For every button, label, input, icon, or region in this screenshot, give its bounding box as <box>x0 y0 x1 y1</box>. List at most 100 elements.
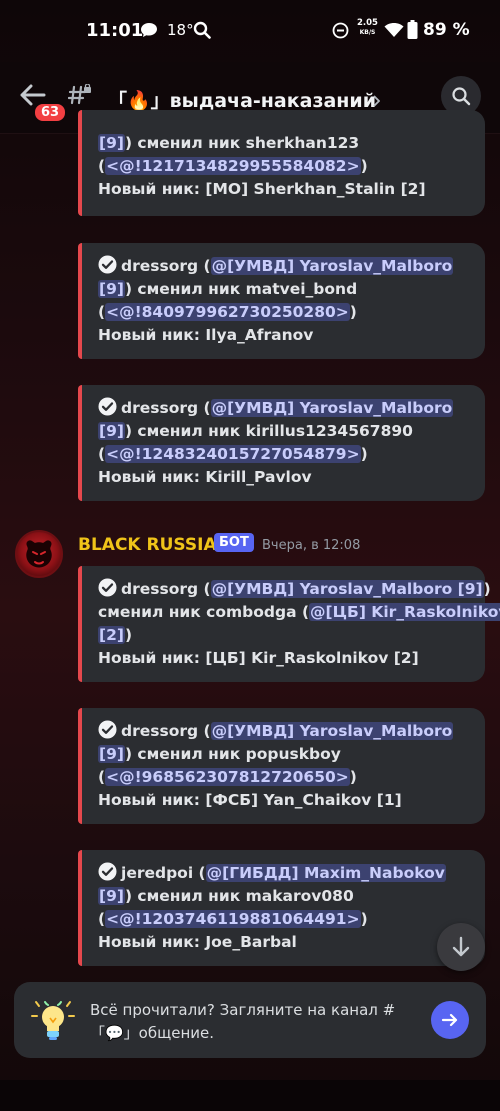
embed-line: (<@!968562307812720650>) <box>98 766 471 789</box>
embed-line: (<@!1203746119881064491>) <box>98 908 471 931</box>
embed-line: [2]) <box>98 624 471 647</box>
do-not-disturb-icon <box>332 22 349 43</box>
embed-line: dressorg (@[УМВД] Yaroslav_Malboro <box>98 720 471 743</box>
embed-text: ) <box>124 626 133 644</box>
embed-line: Новый ник: [MO] Sherkhan_Stalin [2] <box>98 180 426 198</box>
embed-line: dressorg (@[УМВД] Yaroslav_Malboro <box>98 397 471 420</box>
embed-card: dressorg (@[УМВД] Yaroslav_Malboro [9]) … <box>78 385 485 501</box>
prompt-line-1: Всё прочитали? Загляните на канал # <box>90 1001 396 1019</box>
embed-text: ) сменил ник kirillus1234567890 <box>124 422 413 440</box>
embed-line: [9]) сменил ник makarov080 <box>98 885 471 908</box>
embed-text: ( <box>193 864 206 882</box>
embed-line: Новый ник: [ФСБ] Yan_Chaikov [1] <box>98 791 402 809</box>
user-mention[interactable]: @[ЦБ] Kir_Raskolnikov <box>309 603 500 621</box>
embed-username: dressorg <box>121 580 199 598</box>
status-temperature: 18° <box>167 21 194 39</box>
embed-text: ) <box>349 303 357 321</box>
status-time: 11:01 <box>86 20 144 41</box>
check-circle-icon <box>98 862 117 881</box>
user-mention[interactable]: [9] <box>98 134 125 152</box>
embed-username: dressorg <box>121 257 199 275</box>
chevron-right-icon <box>372 92 381 111</box>
unread-badge: 63 <box>33 102 68 123</box>
embed-text: ( <box>198 399 211 417</box>
wifi-icon <box>384 22 404 42</box>
search-icon <box>193 21 211 43</box>
user-mention[interactable]: @[УМВД] Yaroslav_Malboro [9] <box>210 580 484 598</box>
user-mention[interactable]: <@!1217134829955584082> <box>105 157 361 175</box>
channel-title[interactable]: 「🔥」выдача-наказаний <box>108 86 376 113</box>
bot-avatar[interactable] <box>15 530 63 578</box>
embed-line: (<@!1248324015727054879>) <box>98 443 471 466</box>
user-mention[interactable]: [9] <box>98 887 125 905</box>
embed-card: dressorg (@[УМВД] Yaroslav_Malboro [9]) … <box>78 243 485 359</box>
channel-hash-lock-icon <box>67 83 92 110</box>
embed-card: [9]) сменил ник sherkhan123 (<@!12171348… <box>78 110 485 216</box>
embed-line: (<@!1217134829955584082>) <box>98 155 471 178</box>
scroll-to-bottom-button[interactable] <box>437 923 485 971</box>
check-circle-icon <box>98 397 117 416</box>
user-mention[interactable]: [2] <box>98 626 125 644</box>
embed-line: Новый ник: Joe_Barbal <box>98 933 297 951</box>
embed-line: dressorg (@[УМВД] Yaroslav_Malboro [9]) <box>98 578 491 601</box>
embed-text: ) <box>360 445 368 463</box>
bot-tag: БОТ <box>214 533 254 552</box>
user-mention[interactable]: [9] <box>98 422 125 440</box>
network-speed-value: 2.05 <box>357 18 378 28</box>
user-mention[interactable]: @[УМВД] Yaroslav_Malboro <box>210 399 454 417</box>
check-circle-icon <box>98 578 117 597</box>
user-mention[interactable]: <@!840979962730250280> <box>105 303 350 321</box>
embed-line: [9]) сменил ник popuskboy <box>98 743 471 766</box>
user-mention[interactable]: [9] <box>98 280 125 298</box>
user-mention[interactable]: <@!1248324015727054879> <box>105 445 361 463</box>
lightbulb-icon <box>30 996 76 1048</box>
status-bar: 11:01 18° 2.05 KB/S 89 % <box>0 0 500 62</box>
user-mention[interactable]: [9] <box>98 745 125 763</box>
embed-card: dressorg (@[УМВД] Yaroslav_Malboro [9]) … <box>78 708 485 824</box>
read-all-prompt: Всё прочитали? Загляните на канал # 「💬」о… <box>14 982 486 1058</box>
embed-text: ( <box>198 722 211 740</box>
go-to-channel-button[interactable] <box>431 1001 469 1039</box>
chat-bubble-icon <box>140 22 158 42</box>
embed-username: jeredpoi <box>121 864 194 882</box>
message-author[interactable]: BLACK RUSSIA <box>78 535 217 555</box>
network-speed: 2.05 KB/S <box>357 19 378 37</box>
embed-text: ) сменил ник popuskboy <box>124 745 341 763</box>
embed-text: ( <box>198 580 211 598</box>
embed-text: ) <box>483 580 491 598</box>
embed-line: [9]) сменил ник matvei_bond <box>98 278 471 301</box>
embed-line: [9]) сменил ник kirillus1234567890 <box>98 420 471 443</box>
embed-username: dressorg <box>121 399 199 417</box>
embed-line: Новый ник: Kirill_Pavlov <box>98 468 312 486</box>
navigation-bar <box>0 1080 500 1111</box>
embed-card: jeredpoi (@[ГИБДД] Maxim_Nabokov [9]) см… <box>78 850 485 966</box>
embed-line: jeredpoi (@[ГИБДД] Maxim_Nabokov <box>98 862 471 885</box>
user-mention[interactable]: @[ГИБДД] Maxim_Nabokov <box>205 864 446 882</box>
prompt-line-2[interactable]: 「💬」общение. <box>90 1022 420 1045</box>
user-mention[interactable]: <@!968562307812720650> <box>105 768 350 786</box>
embed-text: сменил ник combodga ( <box>98 603 310 621</box>
embed-text: ) сменил ник matvei_bond <box>124 280 358 298</box>
message-timestamp: Вчера, в 12:08 <box>262 538 361 553</box>
embed-card: dressorg (@[УМВД] Yaroslav_Malboro [9]) … <box>78 566 500 682</box>
user-mention[interactable]: @[УМВД] Yaroslav_Malboro <box>210 257 454 275</box>
user-mention[interactable]: @[УМВД] Yaroslav_Malboro <box>210 722 454 740</box>
embed-text: ) сменил ник makarov080 <box>124 887 354 905</box>
embed-line: dressorg (@[УМВД] Yaroslav_Malboro <box>98 255 471 278</box>
embed-username: dressorg <box>121 722 199 740</box>
embed-line: сменил ник combodga (@[ЦБ] Kir_Raskolnik… <box>98 601 500 624</box>
search-icon <box>452 87 471 106</box>
battery-percent: 89 % <box>423 20 470 40</box>
embed-text: ) сменил ник sherkhan123 <box>124 134 360 152</box>
embed-line: Новый ник: Ilya_Afranov <box>98 326 314 344</box>
embed-text: ( <box>198 257 211 275</box>
arrow-right-icon <box>441 1013 458 1027</box>
check-circle-icon <box>98 720 117 739</box>
user-mention[interactable]: <@!1203746119881064491> <box>105 910 361 928</box>
prompt-text: Всё прочитали? Загляните на канал # 「💬」о… <box>90 999 420 1045</box>
network-speed-unit: KB/S <box>359 29 376 36</box>
embed-text: ) <box>349 768 357 786</box>
embed-line: [9]) сменил ник sherkhan123 <box>98 132 471 155</box>
embed-line: (<@!840979962730250280>) <box>98 301 471 324</box>
battery-icon <box>407 20 418 43</box>
